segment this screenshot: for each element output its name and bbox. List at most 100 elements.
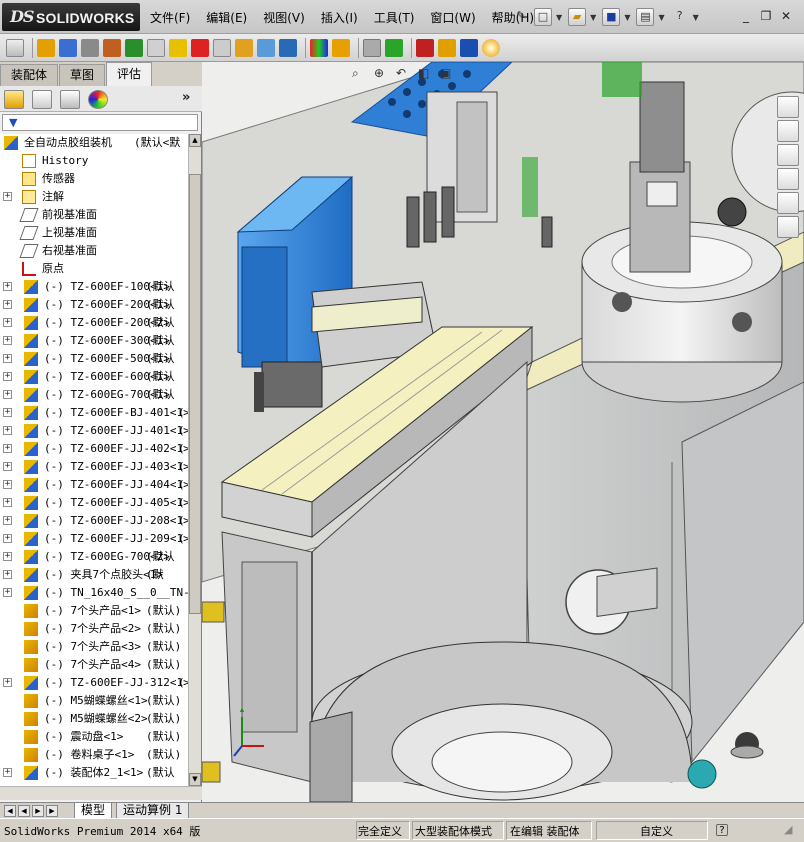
expand-toggle-icon[interactable]: + bbox=[3, 552, 12, 561]
hole-alignment-icon[interactable] bbox=[363, 38, 381, 57]
scroll-thumb[interactable] bbox=[189, 174, 201, 614]
reference-geometry-icon[interactable] bbox=[191, 38, 209, 57]
insert-component-icon[interactable] bbox=[37, 38, 55, 57]
menu-tools[interactable]: 工具(T) bbox=[374, 9, 415, 26]
tree-item[interactable]: (-) 震动盘<1> (默认) bbox=[0, 728, 188, 746]
bill-of-materials-icon[interactable] bbox=[235, 38, 253, 57]
tree-item[interactable]: 原点 bbox=[0, 260, 188, 278]
configuration-manager-icon[interactable] bbox=[60, 90, 80, 109]
tree-item[interactable]: 右视基准面 bbox=[0, 242, 188, 260]
expand-toggle-icon[interactable]: + bbox=[3, 678, 12, 687]
print-icon[interactable]: ▤ bbox=[636, 8, 655, 26]
expand-toggle-icon[interactable]: + bbox=[3, 336, 12, 345]
tree-item[interactable]: (-) M5蝴蝶螺丝<1> (默认) bbox=[0, 692, 188, 710]
section-view-icon[interactable]: ◧ bbox=[418, 66, 436, 84]
tree-item[interactable]: + (-) TZ-600EF-300<1> (默认 bbox=[0, 332, 188, 350]
property-manager-icon[interactable] bbox=[32, 90, 52, 109]
tree-item[interactable]: (-) 7个头产品<1> (默认) bbox=[0, 602, 188, 620]
menu-view[interactable]: 视图(V) bbox=[263, 9, 305, 26]
last-tab-icon[interactable]: ▶ bbox=[46, 805, 58, 817]
help-dropdown-icon[interactable]: ▼ bbox=[693, 13, 699, 22]
large-assembly-icon[interactable] bbox=[438, 38, 456, 57]
tree-item[interactable]: (-) 7个头产品<3> (默认) bbox=[0, 638, 188, 656]
tree-item[interactable]: + (-) TN_16x40_S__0__TN-16 bbox=[0, 584, 188, 602]
expand-toggle-icon[interactable]: + bbox=[3, 444, 12, 453]
expand-toggle-icon[interactable]: + bbox=[3, 354, 12, 363]
tree-item[interactable]: (-) M5蝴蝶螺丝<2> (默认) bbox=[0, 710, 188, 728]
render-icon[interactable] bbox=[482, 38, 500, 57]
expand-toggle-icon[interactable]: + bbox=[3, 588, 12, 597]
tree-item[interactable]: + (-) TZ-600EF-JJ-312<1>( bbox=[0, 674, 188, 692]
tree-item[interactable]: + (-) TZ-600EF-100<1> (默认 bbox=[0, 278, 188, 296]
next-tab-icon[interactable]: ▶ bbox=[32, 805, 44, 817]
prev-tab-icon[interactable]: ◀ bbox=[18, 805, 30, 817]
save-dropdown-icon[interactable]: ▼ bbox=[624, 13, 630, 22]
smart-fastener-icon[interactable] bbox=[103, 38, 121, 57]
new-document-icon[interactable]: □ bbox=[534, 8, 552, 26]
tree-item[interactable]: + (-) TZ-600EF-JJ-402<1>( bbox=[0, 440, 188, 458]
appearances-icon[interactable] bbox=[777, 192, 799, 214]
options-icon[interactable] bbox=[6, 38, 24, 57]
assembly-features-icon[interactable] bbox=[169, 38, 187, 57]
open-dropdown-icon[interactable]: ▼ bbox=[590, 13, 596, 22]
minimize-icon[interactable]: _ bbox=[736, 8, 756, 24]
move-component-icon[interactable] bbox=[125, 38, 143, 57]
graphics-area[interactable]: ⌕ ⊕ ↶ ◧ ▣ bbox=[202, 62, 804, 802]
expand-toggle-icon[interactable]: + bbox=[3, 426, 12, 435]
previous-view-icon[interactable]: ↶ bbox=[396, 66, 414, 84]
open-folder-icon[interactable]: ▰ bbox=[568, 8, 587, 26]
first-tab-icon[interactable]: ◀ bbox=[4, 805, 16, 817]
tab-evaluate[interactable]: 评估 bbox=[106, 62, 153, 86]
tree-filter[interactable]: ▼ bbox=[2, 114, 198, 131]
appearance-icon[interactable] bbox=[460, 38, 478, 57]
expand-toggle-icon[interactable]: + bbox=[3, 534, 12, 543]
linear-pattern-icon[interactable] bbox=[81, 38, 99, 57]
tree-item[interactable]: + (-) TZ-600EF-500<1> (默认 bbox=[0, 350, 188, 368]
instant3d-icon[interactable] bbox=[416, 38, 434, 57]
tree-item[interactable]: + (-) 装配体2_1<1> (默认 bbox=[0, 764, 188, 782]
menu-edit[interactable]: 编辑(E) bbox=[206, 9, 247, 26]
help-icon[interactable]: ? bbox=[671, 8, 689, 26]
exploded-view-icon[interactable] bbox=[257, 38, 275, 57]
expand-toggle-icon[interactable]: + bbox=[3, 372, 12, 381]
new-dropdown-icon[interactable]: ▼ bbox=[556, 13, 562, 22]
tree-item[interactable]: 前视基准面 bbox=[0, 206, 188, 224]
tree-root-assembly[interactable]: 全自动点胶组装机 (默认<默 bbox=[0, 134, 188, 152]
expand-toggle-icon[interactable]: + bbox=[3, 408, 12, 417]
pin-icon[interactable]: ✎ bbox=[512, 8, 530, 26]
tree-item[interactable]: + (-) TZ-600EG-700<2> (默认 bbox=[0, 548, 188, 566]
units-custom[interactable]: 自定义 bbox=[640, 823, 673, 839]
menu-file[interactable]: 文件(F) bbox=[150, 9, 190, 26]
tab-sketch[interactable]: 草图 bbox=[59, 64, 106, 86]
tree-item[interactable]: + (-) 夹具7个点胶头<1> (默 bbox=[0, 566, 188, 584]
scroll-down-icon[interactable]: ▼ bbox=[189, 773, 201, 786]
expand-toggle-icon[interactable]: + bbox=[3, 462, 12, 471]
tree-item[interactable]: 传感器 bbox=[0, 170, 188, 188]
expand-toggle-icon[interactable]: + bbox=[3, 282, 12, 291]
expand-toggle-icon[interactable]: + bbox=[3, 390, 12, 399]
tree-item[interactable]: + (-) TZ-600EG-700<1> (默认 bbox=[0, 386, 188, 404]
tree-item[interactable]: + (-) TZ-600EF-JJ-209<1>( bbox=[0, 530, 188, 548]
tree-item[interactable]: + (-) TZ-600EF-JJ-403<1>( bbox=[0, 458, 188, 476]
zoom-to-fit-icon[interactable]: ⌕ bbox=[352, 66, 370, 84]
design-library-icon[interactable] bbox=[777, 120, 799, 142]
tree-item[interactable]: + (-) TZ-600EF-600<1> (默认 bbox=[0, 368, 188, 386]
feature-manager-icon[interactable] bbox=[4, 90, 24, 109]
solidworks-logo[interactable]: DS SOLIDWORKS bbox=[2, 3, 140, 31]
expand-chevron-icon[interactable]: » bbox=[182, 90, 190, 105]
view-palette-icon[interactable] bbox=[777, 168, 799, 190]
menu-window[interactable]: 窗口(W) bbox=[430, 9, 475, 26]
expand-toggle-icon[interactable]: + bbox=[3, 480, 12, 489]
expand-toggle-icon[interactable]: + bbox=[3, 498, 12, 507]
tree-vertical-scrollbar[interactable]: ▲ ▼ bbox=[188, 134, 201, 786]
assembly-model-view[interactable] bbox=[202, 62, 804, 802]
restore-icon[interactable]: ❐ bbox=[756, 8, 776, 24]
tree-item[interactable]: (-) 7个头产品<2> (默认) bbox=[0, 620, 188, 638]
clearance-verification-icon[interactable] bbox=[332, 38, 350, 57]
mate-icon[interactable] bbox=[59, 38, 77, 57]
tree-item[interactable]: + (-) TZ-600EF-JJ-401<1>( bbox=[0, 422, 188, 440]
zoom-area-icon[interactable]: ⊕ bbox=[374, 66, 392, 84]
measure-icon[interactable] bbox=[385, 38, 403, 57]
close-icon[interactable]: ✕ bbox=[776, 8, 796, 24]
expand-toggle-icon[interactable]: + bbox=[3, 300, 12, 309]
